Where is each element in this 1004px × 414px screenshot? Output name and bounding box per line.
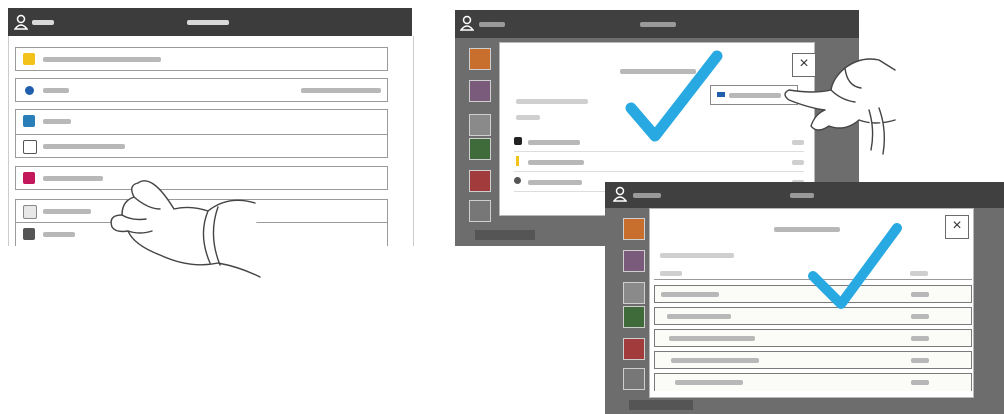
header-title-text bbox=[790, 193, 814, 198]
table-row-1-value bbox=[911, 292, 929, 297]
app-icon bbox=[23, 205, 37, 219]
table-row-2-label bbox=[667, 314, 731, 319]
table-row-5-label bbox=[675, 380, 743, 385]
app-row-2-label bbox=[43, 88, 69, 93]
app-row-1-label bbox=[43, 57, 161, 62]
pointing-hand-icon bbox=[110, 180, 261, 278]
list-icon bbox=[514, 177, 521, 184]
list-icon bbox=[516, 156, 519, 166]
sidebar-tile-2[interactable] bbox=[469, 80, 491, 102]
bottom-bar bbox=[629, 400, 693, 410]
dialog-caption bbox=[516, 115, 540, 120]
close-button[interactable]: × bbox=[945, 215, 969, 239]
bottom-bar bbox=[475, 230, 535, 240]
copy-app-icon bbox=[23, 53, 35, 65]
right-bottom-header-bar bbox=[605, 182, 1004, 208]
header-title-text bbox=[187, 20, 229, 25]
sidebar-tile-4[interactable] bbox=[469, 138, 491, 160]
app-row-6-label bbox=[43, 209, 91, 214]
sidebar-tile-1[interactable] bbox=[469, 48, 491, 70]
pointing-hand-icon bbox=[784, 58, 896, 155]
user-name-text bbox=[32, 20, 54, 25]
option-label bbox=[729, 93, 781, 98]
user-icon[interactable] bbox=[613, 186, 627, 202]
checkmark-icon bbox=[625, 50, 723, 142]
number-icon bbox=[23, 140, 37, 154]
app-row-2-value bbox=[301, 88, 381, 93]
app-icon bbox=[23, 115, 35, 127]
dialog-subtitle bbox=[516, 99, 588, 104]
app-row-5-label bbox=[43, 176, 103, 181]
user-icon[interactable] bbox=[460, 15, 474, 31]
table-row-5-value bbox=[911, 380, 929, 385]
table-row-4-value bbox=[911, 358, 929, 363]
table-row[interactable] bbox=[654, 373, 972, 391]
app-icon bbox=[23, 228, 35, 240]
user-name-text bbox=[479, 22, 505, 27]
list-row-2-value bbox=[792, 160, 804, 165]
list-row-2-label bbox=[528, 160, 584, 165]
table-row-3-value bbox=[911, 336, 929, 341]
list-row-1-label bbox=[528, 140, 580, 145]
table-row[interactable] bbox=[654, 351, 972, 369]
app-row-3[interactable] bbox=[15, 109, 388, 135]
app-row-4-label bbox=[43, 144, 125, 149]
app-icon bbox=[23, 172, 35, 184]
table-row-1-label bbox=[661, 292, 719, 297]
dialog-list-row-2[interactable] bbox=[514, 153, 804, 172]
left-screen bbox=[0, 0, 420, 414]
list-icon bbox=[514, 137, 522, 145]
app-row-4[interactable] bbox=[15, 134, 388, 158]
app-row-1[interactable] bbox=[15, 47, 388, 71]
right-bottom-screen: × bbox=[605, 182, 1004, 414]
header-title-text bbox=[640, 22, 676, 27]
sidebar-tile-6[interactable] bbox=[623, 368, 645, 390]
right-top-header-bar bbox=[455, 10, 859, 38]
sidebar-tile-1[interactable] bbox=[623, 218, 645, 240]
close-icon: × bbox=[952, 217, 962, 234]
blue-dot-icon bbox=[25, 86, 34, 95]
sidebar-tile-3[interactable] bbox=[469, 114, 491, 136]
sidebar-tile-2[interactable] bbox=[623, 250, 645, 272]
app-row-2[interactable] bbox=[15, 78, 388, 102]
checkmark-icon bbox=[808, 223, 902, 309]
user-name-text bbox=[633, 193, 661, 198]
sidebar-tile-6[interactable] bbox=[469, 200, 491, 222]
list-row-3-label bbox=[528, 180, 582, 185]
app-row-7-label bbox=[43, 232, 75, 237]
table-row-2-value bbox=[911, 314, 929, 319]
user-icon[interactable] bbox=[14, 14, 28, 30]
table-row-3-label bbox=[669, 336, 755, 341]
table-header-col-2 bbox=[910, 271, 928, 276]
sidebar-tile-5[interactable] bbox=[623, 338, 645, 360]
table-header-col-1 bbox=[660, 271, 682, 276]
sidebar-tile-3[interactable] bbox=[623, 282, 645, 304]
sidebar-tile-5[interactable] bbox=[469, 170, 491, 192]
left-header-bar bbox=[8, 8, 412, 36]
table-row[interactable] bbox=[654, 329, 972, 347]
app-row-3-label bbox=[43, 119, 71, 124]
sidebar-tile-4[interactable] bbox=[623, 306, 645, 328]
dialog-subtitle bbox=[660, 253, 734, 258]
table-row-4-label bbox=[671, 358, 759, 363]
